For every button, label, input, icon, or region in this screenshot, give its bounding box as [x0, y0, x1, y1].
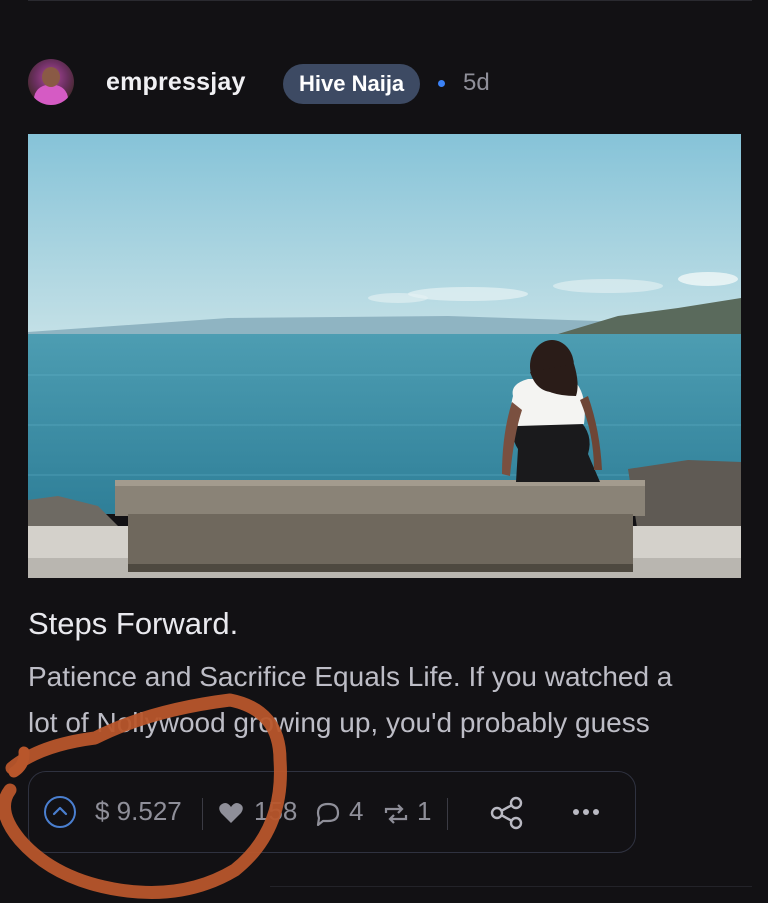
- payout-value[interactable]: $ 9.527: [95, 796, 182, 827]
- author-username[interactable]: empressjay: [106, 68, 246, 97]
- ellipsis-icon[interactable]: [572, 808, 600, 816]
- post-age: 5d: [463, 69, 490, 96]
- reblog-count[interactable]: 1: [417, 796, 431, 827]
- post-excerpt[interactable]: Patience and Sacrifice Equals Life. If y…: [28, 654, 748, 746]
- separator-dot: [438, 80, 445, 87]
- post-title[interactable]: Steps Forward.: [28, 606, 238, 642]
- share-icon[interactable]: [489, 796, 525, 830]
- excerpt-line: Patience and Sacrifice Equals Life. If y…: [28, 661, 673, 692]
- post-header: empressjay Hive Naija 5d: [28, 58, 728, 108]
- excerpt-line: lot of Nollywood growing up, you'd proba…: [28, 707, 650, 738]
- speech-bubble-icon[interactable]: [315, 802, 341, 826]
- divider: [202, 798, 203, 830]
- upvote-button[interactable]: [44, 796, 76, 828]
- community-badge[interactable]: Hive Naija: [283, 64, 421, 104]
- chevron-up-icon: [52, 806, 68, 816]
- divider: [447, 798, 448, 830]
- top-divider: [28, 0, 752, 1]
- bottom-divider: [270, 886, 752, 887]
- comments-count[interactable]: 4: [349, 796, 363, 827]
- heart-icon[interactable]: [218, 802, 244, 824]
- repeat-icon[interactable]: [382, 802, 410, 826]
- post-cover-image[interactable]: [28, 134, 741, 578]
- likes-count[interactable]: 158: [254, 796, 297, 827]
- post-action-bar: $ 9.527 158 4 1: [28, 771, 636, 853]
- avatar[interactable]: [28, 59, 74, 105]
